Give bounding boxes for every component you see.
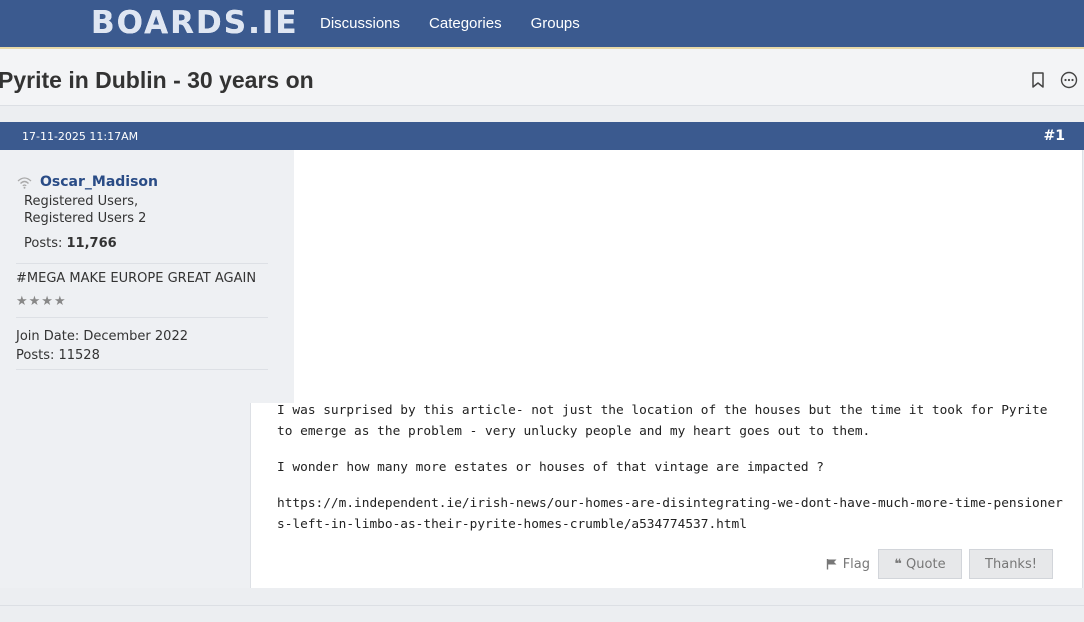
nav-discussions[interactable]: Discussions (320, 15, 400, 32)
divider (16, 369, 268, 370)
user-title: #MEGA MAKE EUROPE GREAT AGAIN (16, 271, 257, 286)
user-rank-stars: ★★★★ (16, 294, 67, 309)
article-link[interactable]: https://m.independent.ie/irish-news/our-… (277, 493, 1067, 535)
posts-label: Posts: (24, 236, 63, 251)
more-options-icon[interactable] (1060, 71, 1078, 89)
online-status-icon (17, 176, 32, 189)
page-title: Pyrite in Dublin - 30 years on (0, 67, 314, 93)
user-join-info: Join Date: December 2022 Posts: 11528 (16, 327, 188, 365)
message-paragraph-2: I wonder how many more estates or houses… (277, 460, 825, 475)
flag-button[interactable]: Flag (826, 557, 870, 572)
user-info-panel-lower (0, 403, 251, 588)
quote-icon: ❝ (894, 556, 903, 572)
nav-groups[interactable]: Groups (531, 15, 580, 32)
message-paragraph-1: I was surprised by this article- not jus… (277, 403, 1048, 439)
thanks-button[interactable]: Thanks! (969, 549, 1053, 579)
quote-label: Quote (906, 556, 946, 572)
thread-title-bar: Pyrite in Dublin - 30 years on (0, 49, 1084, 106)
username-link[interactable]: Oscar_Madison (40, 174, 158, 190)
user-group-2: Registered Users 2 (24, 211, 147, 226)
top-navbar: BOARDS.IE Discussions Categories Groups (0, 0, 1084, 47)
legacy-post-count: Posts: 11528 (16, 348, 100, 363)
divider (16, 317, 268, 318)
main-nav: Discussions Categories Groups (320, 0, 609, 47)
bookmark-icon[interactable] (1029, 71, 1047, 89)
footer-bar (0, 605, 1084, 622)
flag-label: Flag (842, 556, 870, 572)
flag-icon (826, 559, 837, 570)
quote-button[interactable]: ❝ Quote (878, 549, 962, 579)
site-logo[interactable]: BOARDS.IE (91, 6, 299, 40)
divider (16, 263, 268, 264)
post-date: 17-11-2025 11:17AM (22, 130, 139, 143)
thread-actions (1029, 71, 1078, 89)
join-date: Join Date: December 2022 (16, 329, 188, 344)
thanks-label: Thanks! (985, 556, 1037, 572)
nav-categories[interactable]: Categories (429, 15, 502, 32)
user-post-count: Posts: 11,766 (24, 236, 117, 251)
post-number-link[interactable]: #1 (1044, 128, 1065, 144)
user-groups: Registered Users, Registered Users 2 (24, 193, 146, 227)
post-header: 17-11-2025 11:17AM #1 (0, 122, 1084, 150)
user-group-1: Registered Users, (24, 194, 139, 209)
post-actions: Flag ❝ Quote Thanks! (826, 549, 1053, 579)
username-row: Oscar_Madison (17, 174, 158, 190)
post-message: I was surprised by this article- not jus… (277, 400, 1067, 550)
posts-count: 11,766 (66, 236, 117, 251)
